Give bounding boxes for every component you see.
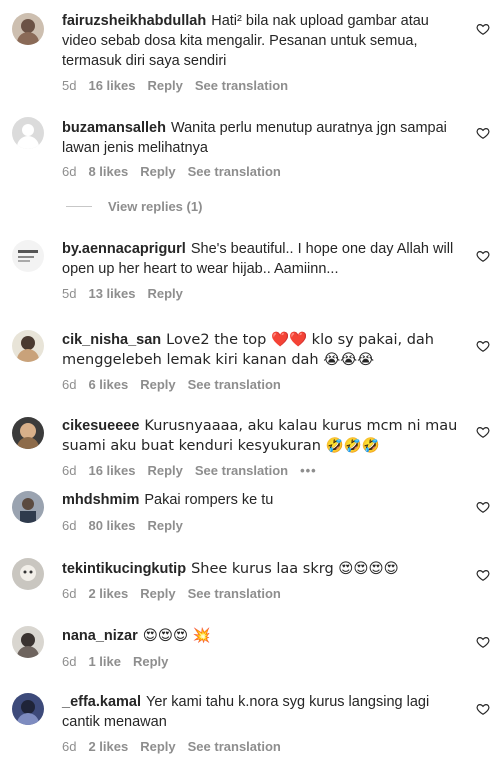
comment-username[interactable]: cikesueeee <box>62 418 139 434</box>
see-translation-button[interactable]: See translation <box>188 377 281 392</box>
divider <box>66 206 92 207</box>
heart-outline-icon[interactable] <box>476 702 490 716</box>
comment-body: tekintikucingkutip Shee kurus laa skrg 😍😍… <box>62 559 467 579</box>
comment-text: 😍😍😍 💥 <box>142 628 211 644</box>
see-translation-button[interactable]: See translation <box>188 586 281 601</box>
comment-time: 5d <box>62 77 77 93</box>
reply-button[interactable]: Reply <box>147 286 182 301</box>
see-translation-button[interactable]: See translation <box>195 78 288 93</box>
avatar[interactable] <box>12 693 44 725</box>
see-translation-button[interactable]: See translation <box>188 164 281 179</box>
comment-text: Pakai rompers ke tu <box>144 492 274 508</box>
reply-button[interactable]: Reply <box>147 463 182 478</box>
view-replies-button[interactable]: View replies (1) <box>66 199 202 214</box>
avatar[interactable] <box>12 491 44 523</box>
likes-count[interactable]: 80 likes <box>88 518 135 533</box>
comment-body: cikesueeee Kurusnyaaaa, aku kalau kurus m… <box>62 416 467 456</box>
avatar[interactable] <box>12 558 44 590</box>
avatar[interactable] <box>12 117 44 149</box>
avatar[interactable] <box>12 240 44 272</box>
comment-username[interactable]: tekintikucingkutip <box>62 561 186 577</box>
reply-button[interactable]: Reply <box>140 164 175 179</box>
comment-username[interactable]: by.aennacaprigurl <box>62 241 186 257</box>
heart-outline-icon[interactable] <box>476 568 490 582</box>
likes-count[interactable]: 16 likes <box>88 463 135 478</box>
comment-time: 6d <box>62 376 77 392</box>
avatar[interactable] <box>12 330 44 362</box>
comment-body: _effa.kamal Yer kami tahu k.nora syg kuru… <box>62 692 467 732</box>
heart-outline-icon[interactable] <box>476 425 490 439</box>
view-replies-label: View replies (1) <box>108 199 203 214</box>
comment-username[interactable]: _effa.kamal <box>62 694 141 710</box>
heart-outline-icon[interactable] <box>476 249 490 263</box>
likes-count[interactable]: 1 like <box>88 654 121 669</box>
comment-meta: 6d 80 likes Reply <box>62 516 195 534</box>
comment-body: nana_nizar 😍😍😍 💥 <box>62 626 467 646</box>
see-translation-button[interactable]: See translation <box>188 739 281 754</box>
comment-time: 6d <box>62 462 77 478</box>
avatar[interactable] <box>12 417 44 449</box>
comment-meta: 5d 16 likes Reply See translation <box>62 76 300 94</box>
comment-body: cik_nisha_san Love2 the top ❤️❤️ klo sy p… <box>62 330 467 370</box>
likes-count[interactable]: 16 likes <box>88 78 135 93</box>
likes-count[interactable]: 6 likes <box>88 377 128 392</box>
more-options-icon[interactable]: ••• <box>300 463 317 478</box>
reply-button[interactable]: Reply <box>147 78 182 93</box>
comment-username[interactable]: mhdshmim <box>62 492 139 508</box>
comment-username[interactable]: nana_nizar <box>62 628 138 644</box>
comment-time: 6d <box>62 517 77 533</box>
avatar[interactable] <box>12 626 44 658</box>
likes-count[interactable]: 8 likes <box>88 164 128 179</box>
likes-count[interactable]: 13 likes <box>88 286 135 301</box>
comment-time: 6d <box>62 163 77 179</box>
comment-time: 5d <box>62 285 77 301</box>
heart-outline-icon[interactable] <box>476 635 490 649</box>
reply-button[interactable]: Reply <box>133 654 168 669</box>
likes-count[interactable]: 2 likes <box>88 586 128 601</box>
comment-username[interactable]: fairuzsheikhabdullah <box>62 13 206 29</box>
reply-button[interactable]: Reply <box>147 518 182 533</box>
comment-body: by.aennacaprigurl She's beautiful.. I hop… <box>62 239 467 279</box>
comment-time: 6d <box>62 738 77 754</box>
reply-button[interactable]: Reply <box>140 377 175 392</box>
comment-body: buzamansalleh Wanita perlu menutup auratn… <box>62 118 467 158</box>
comment-time: 6d <box>62 585 77 601</box>
reply-button[interactable]: Reply <box>140 586 175 601</box>
heart-outline-icon[interactable] <box>476 500 490 514</box>
avatar[interactable] <box>12 13 44 45</box>
heart-outline-icon[interactable] <box>476 339 490 353</box>
heart-outline-icon[interactable] <box>476 126 490 140</box>
comment-username[interactable]: cik_nisha_san <box>62 332 161 348</box>
comment-text: Shee kurus laa skrg 😍😍😍😍 <box>191 561 399 577</box>
comment-body: fairuzsheikhabdullah Hati² bila nak uploa… <box>62 11 467 71</box>
comment-body: mhdshmim Pakai rompers ke tu <box>62 490 467 510</box>
likes-count[interactable]: 2 likes <box>88 739 128 754</box>
comment-time: 6d <box>62 653 77 669</box>
comment-meta: 6d 8 likes Reply See translation <box>62 162 293 180</box>
heart-outline-icon[interactable] <box>476 22 490 36</box>
reply-button[interactable]: Reply <box>140 739 175 754</box>
comment-username[interactable]: buzamansalleh <box>62 120 166 136</box>
comment-meta: 5d 13 likes Reply <box>62 284 195 302</box>
comment-meta: 6d 16 likes Reply See translation ••• <box>62 461 329 479</box>
comment-meta: 6d 2 likes Reply See translation <box>62 737 293 755</box>
see-translation-button[interactable]: See translation <box>195 463 288 478</box>
comment-meta: 6d 6 likes Reply See translation <box>62 375 293 393</box>
comment-meta: 6d 2 likes Reply See translation <box>62 584 293 602</box>
comment-meta: 6d 1 like Reply <box>62 652 180 670</box>
